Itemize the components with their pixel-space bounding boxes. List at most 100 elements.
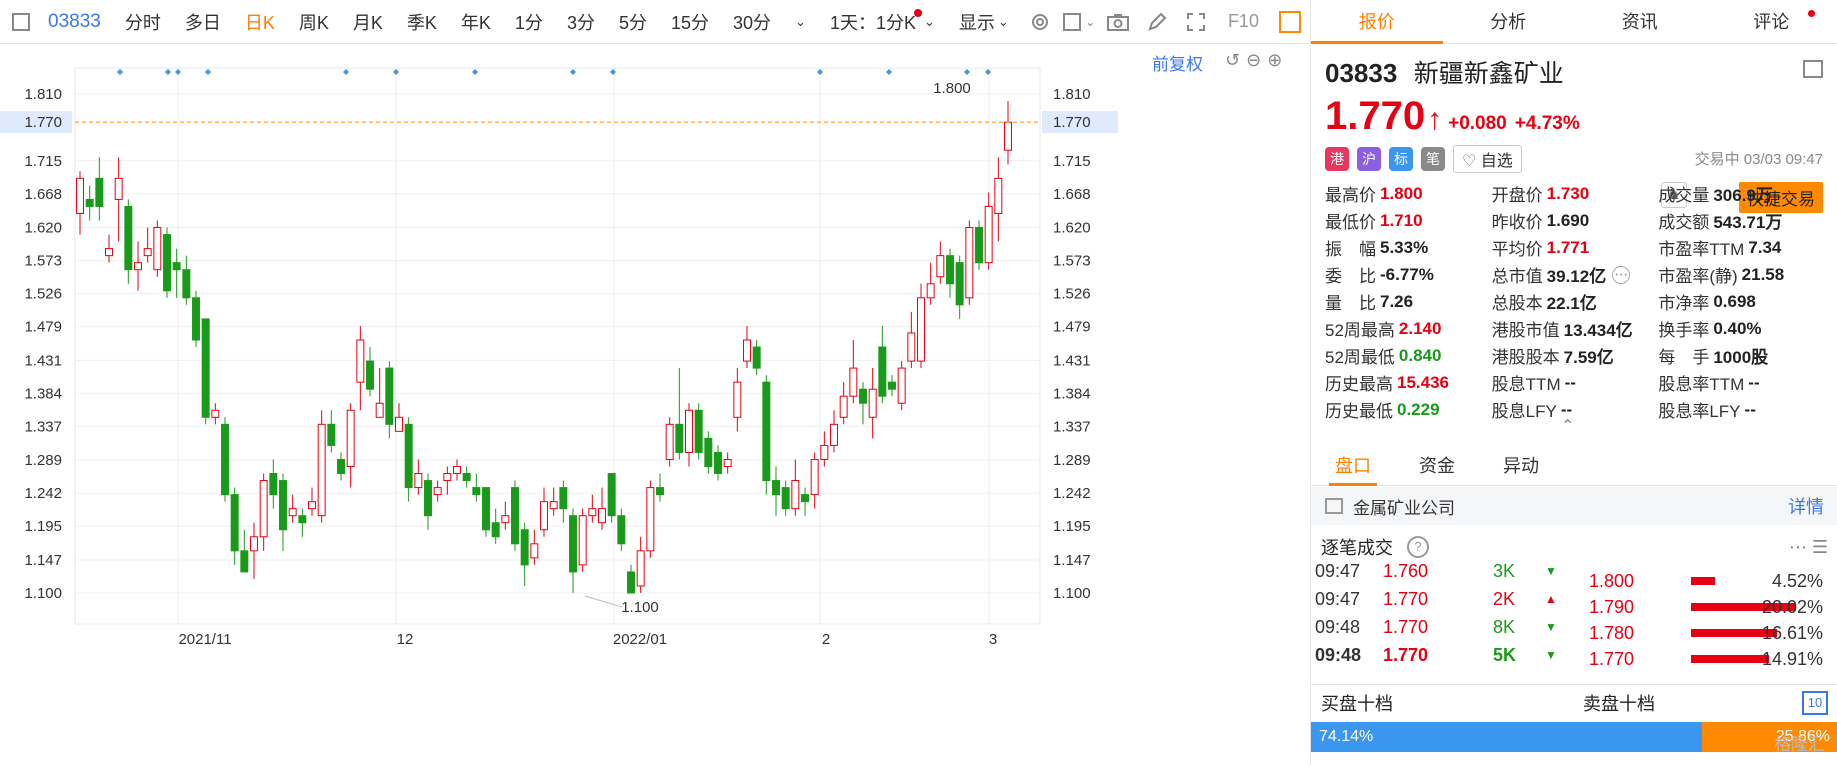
side-panel-toggle-icon[interactable] — [1271, 0, 1310, 44]
period-tab[interactable]: 年K — [449, 0, 503, 44]
notification-dot-icon — [1808, 10, 1815, 17]
period-tab[interactable]: 周K — [287, 0, 341, 44]
period-tab[interactable]: 季K — [395, 0, 449, 44]
stat-label: 开盘价 — [1491, 186, 1543, 205]
candle-body — [163, 234, 171, 292]
hk-market-icon[interactable]: 港 — [1325, 147, 1349, 171]
camera-icon[interactable] — [1099, 0, 1138, 44]
distribution-price: 1.800 — [1589, 570, 1635, 591]
stat-value: 1.730 — [1546, 183, 1590, 203]
trade-price: 1.770 — [1383, 616, 1429, 637]
stat-cell: 量 比 7.26 — [1325, 289, 1492, 314]
candle-body — [772, 480, 780, 496]
stat-cell: 委 比 -6.77% — [1325, 262, 1492, 287]
tab-quote[interactable]: 报价 — [1311, 0, 1443, 44]
subtab-orderbook[interactable]: 盘口 — [1311, 446, 1395, 486]
low-annotation: 1.100 — [621, 599, 659, 616]
rectangle-tool-icon[interactable]: ⌄ — [1060, 0, 1099, 44]
stat-value: 15.436 — [1397, 372, 1449, 392]
period-tab[interactable]: 多日 — [173, 0, 233, 44]
stat-label: 平均价 — [1491, 240, 1543, 259]
adjust-mode-button[interactable]: 前复权 — [1152, 50, 1203, 75]
tag-icon[interactable]: 标 — [1389, 147, 1413, 171]
zoom-out-icon[interactable]: ⊖ — [1246, 50, 1261, 71]
tab-comments[interactable]: 评论 — [1706, 0, 1837, 43]
connect-icon[interactable]: 沪 — [1357, 147, 1381, 171]
stat-value: 7.34 — [1748, 237, 1782, 257]
candle-body — [192, 297, 200, 341]
y-tick-label-left: 1.431 — [24, 352, 62, 369]
candle-body — [559, 487, 568, 510]
candle-body — [791, 480, 800, 510]
industry-detail-link[interactable]: 详情 — [1788, 493, 1824, 519]
trades-list[interactable]: 09:47 1.760 3K ▼ 09:47 1.770 2K ▲ 09:48 1.770 8K ▼ 0… — [1311, 564, 1837, 678]
levels-toggle-button[interactable]: 10 — [1802, 690, 1828, 715]
candle-body — [250, 536, 258, 552]
stat-cell: 股息TTM -- — [1492, 370, 1659, 395]
draw-pen-icon[interactable] — [1138, 0, 1177, 44]
stat-value: 21.58 — [1741, 264, 1785, 284]
settings-icon[interactable] — [1021, 0, 1060, 44]
plot-area — [74, 67, 1041, 625]
stat-label: 市净率 — [1658, 294, 1710, 313]
panel-layout-icon[interactable] — [1803, 60, 1823, 78]
candle-body — [569, 515, 577, 573]
down-triangle-icon: ▼ — [1545, 648, 1557, 662]
industry-row[interactable]: 金属矿业公司 详情 — [1311, 487, 1837, 525]
candle-body — [404, 423, 413, 489]
kline-chart[interactable]: 1.810 1.810 1.715 1.715 1.668 1.668 1.620 1.620… — [0, 44, 1310, 765]
subtab-movement[interactable]: 异动 — [1479, 446, 1563, 485]
candle-body — [85, 198, 94, 207]
stat-value: -- — [1744, 399, 1756, 419]
trade-row: 09:47 1.760 3K ▼ — [1311, 564, 1571, 586]
y-tick-label-left: 1.147 — [24, 552, 62, 569]
candle-body — [810, 458, 819, 496]
candle-body — [704, 437, 713, 467]
down-triangle-icon: ▼ — [1545, 564, 1557, 578]
period-tab[interactable]: 月K — [341, 0, 395, 44]
stat-cell: 市净率 0.698 — [1658, 289, 1825, 314]
trade-price: 1.760 — [1383, 564, 1429, 581]
subtab-capital[interactable]: 资金 — [1395, 446, 1479, 485]
candle-body — [926, 283, 935, 299]
fullscreen-icon[interactable] — [1177, 0, 1216, 44]
note-icon[interactable]: 笔 — [1421, 147, 1445, 171]
collapse-caret-icon[interactable]: ⌃ — [1561, 416, 1574, 436]
stat-cell: 总市值 39.12亿 ⋯ — [1492, 262, 1659, 287]
tab-analysis[interactable]: 分析 — [1443, 0, 1575, 43]
period-tab[interactable]: 日K — [233, 0, 287, 44]
stat-label: 历史最低 — [1325, 402, 1393, 421]
f10-button[interactable]: F10 — [1216, 0, 1271, 44]
zoom-in-icon[interactable]: ⊕ — [1267, 50, 1282, 71]
stat-value: 543.71万 — [1713, 213, 1783, 232]
stat-label: 市盈率(静) — [1658, 267, 1738, 286]
period-tab[interactable]: 30分 — [721, 0, 783, 44]
panel-tabs: 报价 分析 资讯 评论 — [1311, 0, 1837, 44]
undo-icon[interactable]: ↺ — [1225, 50, 1240, 71]
stat-cell: 最高价 1.800 — [1325, 181, 1492, 206]
period-tab[interactable]: 1分 — [503, 0, 555, 44]
period-tab[interactable]: 分时 — [113, 0, 173, 44]
stat-label: 总市值 — [1491, 267, 1543, 286]
info-icon[interactable]: ⋯ — [1612, 265, 1631, 284]
stat-value: 13.434亿 — [1563, 321, 1633, 340]
period-tab[interactable]: 5分 — [607, 0, 659, 44]
candle-body — [685, 409, 693, 453]
add-watchlist-button[interactable]: ♡ 自选 — [1453, 145, 1522, 173]
x-tick-label: 3 — [989, 631, 997, 648]
candle-body — [453, 465, 461, 475]
candle-body — [839, 395, 848, 418]
stock-code-label: 03833 — [48, 10, 101, 32]
tab-news[interactable]: 资讯 — [1574, 0, 1706, 43]
more-periods-chevron-icon[interactable]: ⌄ — [783, 0, 818, 44]
trade-time: 09:48 — [1315, 616, 1361, 637]
period-tab[interactable]: 15分 — [659, 0, 721, 44]
y-tick-label-left: 1.810 — [24, 86, 62, 103]
display-select[interactable]: 显示 ⌄ — [947, 0, 1021, 44]
trades-header: 逐笔成交 ? ⋯ ☰ — [1311, 530, 1837, 564]
interval-select[interactable]: 1天：1分K ⌄ — [818, 0, 947, 44]
period-tab[interactable]: 3分 — [555, 0, 607, 44]
help-icon[interactable]: ? — [1407, 536, 1429, 558]
more-icon[interactable]: ⋯ ☰ — [1789, 537, 1828, 558]
layout-toggle-icon[interactable] — [0, 0, 42, 44]
